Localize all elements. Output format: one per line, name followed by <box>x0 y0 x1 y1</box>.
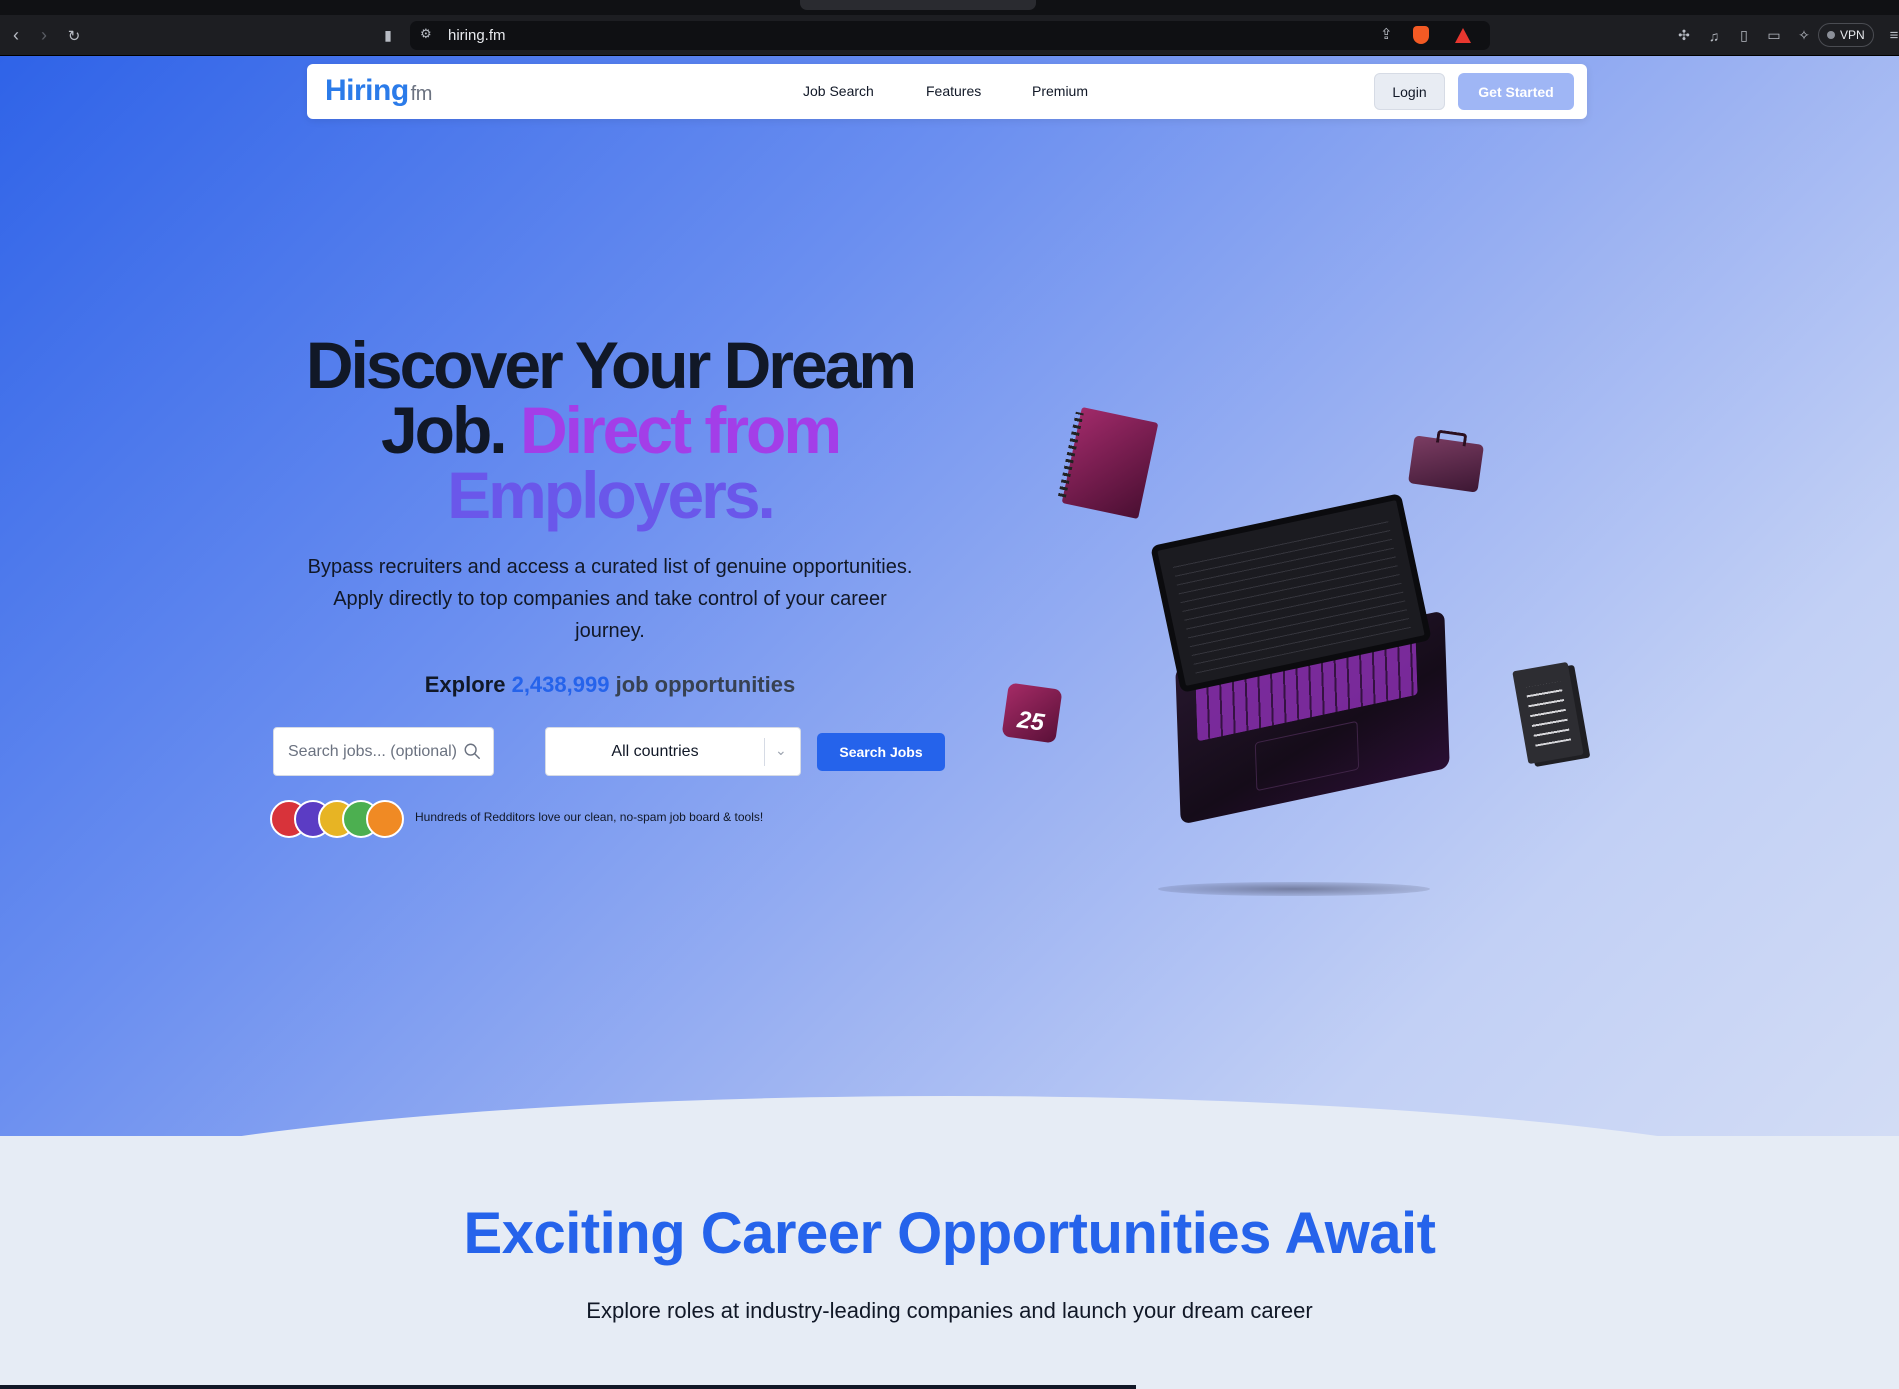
bottom-bar <box>0 1385 1136 1389</box>
hero-subtext: Bypass recruiters and access a curated l… <box>307 556 913 642</box>
brave-rewards-icon[interactable] <box>1455 28 1471 43</box>
explore-prefix: Explore <box>424 672 506 697</box>
country-select-value: All countries <box>611 743 699 760</box>
wallet-icon[interactable]: ▭ <box>1760 15 1788 56</box>
section-title: Exciting Career Opportunities Await <box>463 1201 1436 1266</box>
hero-headline: Discover Your Dream Job. Direct from Emp… <box>300 328 920 532</box>
browser-tab-strip <box>0 0 1899 15</box>
logo-suffix: fm <box>410 83 433 105</box>
search-icon <box>464 743 480 759</box>
site-settings-icon[interactable]: ⚙ <box>420 26 432 42</box>
briefcase-icon <box>1408 435 1484 493</box>
laptop-shadow <box>1158 882 1430 896</box>
url-text: hiring.fm <box>448 27 506 44</box>
headline-direct: Direct from <box>519 393 842 467</box>
section-subtitle: Explore roles at industry-leading compan… <box>586 1298 1313 1323</box>
logo-main: Hiring <box>325 74 409 107</box>
reload-button[interactable]: ↻ <box>60 15 88 56</box>
vpn-button[interactable]: VPN <box>1818 23 1874 47</box>
nav-features[interactable]: Features <box>926 83 981 99</box>
vpn-status-icon <box>1827 31 1835 39</box>
forward-button[interactable]: › <box>30 15 58 56</box>
leo-ai-icon[interactable]: ✧ <box>1790 15 1818 56</box>
share-icon[interactable]: ⇪ <box>1380 25 1393 43</box>
get-started-button[interactable]: Get Started <box>1458 73 1574 110</box>
headline-job: Job. <box>380 393 508 467</box>
job-search-input[interactable] <box>288 728 458 775</box>
job-search-field[interactable] <box>273 727 494 776</box>
headline-line-1: Discover Your Dream <box>305 328 917 402</box>
vpn-label: VPN <box>1840 28 1865 42</box>
address-bar[interactable]: ⚙ hiring.fm ⇪ <box>410 21 1490 50</box>
brave-shield-icon[interactable] <box>1413 26 1429 44</box>
country-select[interactable]: All countries ⌄ <box>545 727 801 776</box>
browser-toolbar: ‹ › ↻ ▮ ⚙ hiring.fm ⇪ ✣ ♫ ▯ ▭ ✧ VPN ≡ <box>0 15 1899 56</box>
explore-suffix: job opportunities <box>615 672 796 697</box>
extensions-icon[interactable]: ✣ <box>1670 15 1698 56</box>
sidebar-icon[interactable]: ▯ <box>1730 15 1758 56</box>
site-navbar: Hiring fm Job Search Features Premium Log… <box>307 64 1587 119</box>
search-jobs-button[interactable]: Search Jobs <box>817 733 945 771</box>
media-icon[interactable]: ♫ <box>1700 15 1728 56</box>
social-proof-text: Hundreds of Redditors love our clean, no… <box>415 810 764 824</box>
select-divider <box>764 738 765 766</box>
avatar <box>366 800 404 838</box>
calendar-day: 25 <box>1015 706 1046 737</box>
site-logo[interactable]: Hiring fm <box>325 74 432 108</box>
nav-job-search[interactable]: Job Search <box>803 83 874 99</box>
back-button[interactable]: ‹ <box>2 15 30 56</box>
bookmark-icon[interactable]: ▮ <box>374 15 402 56</box>
chevron-down-icon[interactable]: ⌄ <box>775 742 787 759</box>
reddit-avatars <box>270 800 410 840</box>
menu-icon[interactable]: ≡ <box>1880 15 1899 56</box>
login-button[interactable]: Login <box>1374 73 1445 110</box>
headline-employers: Employers. <box>447 458 776 532</box>
hero-section <box>0 56 1899 1389</box>
active-tab[interactable] <box>800 0 1036 10</box>
headline-line-2: Job. Direct from <box>300 397 920 463</box>
job-count: 2,438,999 <box>511 672 610 697</box>
job-count-line: Explore 2,438,999 job opportunities <box>305 672 915 698</box>
calendar-icon: 25 <box>1001 682 1063 744</box>
nav-premium[interactable]: Premium <box>1032 83 1088 99</box>
